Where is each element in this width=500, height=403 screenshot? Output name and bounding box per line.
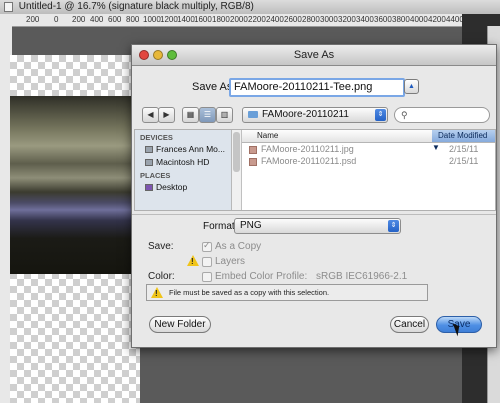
- warning-message-box: ! File must be saved as a copy with this…: [146, 284, 428, 301]
- sidebar-item-macintosh-hd[interactable]: Macintosh HD: [145, 157, 231, 168]
- sidebar-scrollbar[interactable]: [232, 130, 242, 210]
- color-profile-name: sRGB IEC61966-2.1: [316, 271, 408, 282]
- file-date: 2/15/11: [449, 144, 479, 154]
- ruler-tick-label: 200: [72, 15, 86, 24]
- folder-popup[interactable]: FAMoore-20110211 ⇕: [242, 107, 388, 123]
- image-file-icon: [249, 145, 257, 154]
- scroll-thumb[interactable]: [233, 132, 240, 172]
- hard-drive-icon: [145, 159, 153, 167]
- sidebar-item-label: Macintosh HD: [156, 157, 210, 167]
- layers-label: Layers: [215, 256, 246, 267]
- arrow-left-icon: ◀: [147, 110, 154, 119]
- file-row[interactable]: FAMoore-20110211.jpg 2/15/11: [242, 144, 495, 155]
- ruler-tick-label: 2200: [248, 15, 266, 24]
- forward-button[interactable]: ▶: [158, 107, 175, 123]
- back-button[interactable]: ◀: [142, 107, 159, 123]
- file-browser: DEVICES Frances Ann Mo... Macintosh HD P…: [134, 129, 496, 211]
- save-as-row: Save As: ▲: [132, 78, 496, 97]
- ruler-tick-label: 2000: [230, 15, 248, 24]
- file-name: FAMoore-20110211.jpg: [261, 144, 354, 154]
- ruler-tick-label: 1000: [143, 15, 161, 24]
- list-view-button[interactable]: ☰: [199, 107, 216, 123]
- column-header-date-modified[interactable]: Date Modified ▼: [432, 130, 495, 152]
- ruler-tick-label: 800: [126, 15, 140, 24]
- ruler-tick-label: 1600: [194, 15, 212, 24]
- list-icon: ☰: [203, 110, 212, 119]
- folder-name: FAMoore-20110211: [262, 109, 349, 120]
- sidebar-header-places: PLACES: [140, 171, 171, 180]
- ruler-tick-label: 2600: [284, 15, 302, 24]
- save-options-label: Save:: [148, 241, 174, 252]
- sidebar-header-devices: DEVICES: [140, 133, 173, 142]
- columns-icon: ▥: [220, 110, 229, 119]
- computer-icon: [145, 146, 153, 154]
- ruler-tick-label: 1200: [160, 15, 178, 24]
- format-label: Format:: [203, 221, 238, 232]
- horizontal-ruler: 200 0 200 400 600 800 1000 1200 1400 160…: [12, 14, 464, 27]
- ruler-tick-label: 3400: [356, 15, 374, 24]
- triangle-up-icon: ▲: [408, 83, 415, 90]
- color-label: Color:: [148, 271, 175, 282]
- ruler-tick-label: 400: [90, 15, 104, 24]
- sidebar-item-label: Frances Ann Mo...: [156, 144, 225, 154]
- ruler-tick-label: 1400: [177, 15, 195, 24]
- document-title-bar[interactable]: Untitled-1 @ 16.7% (signature black mult…: [0, 0, 500, 15]
- ruler-tick-label: 2400: [266, 15, 284, 24]
- ruler-tick-label: 4000: [410, 15, 428, 24]
- format-popup[interactable]: PNG ⇕: [234, 218, 401, 234]
- warning-message: File must be saved as a copy with this s…: [169, 288, 330, 297]
- save-as-dialog: Save As Save As: ▲ ◀ ▶ ▦ ☰ ▥ FAMoore-201…: [131, 44, 497, 348]
- ruler-tick-label: 3200: [338, 15, 356, 24]
- column-view-button[interactable]: ▥: [216, 107, 233, 123]
- document-icon: [4, 2, 13, 12]
- ruler-tick-label: 3800: [392, 15, 410, 24]
- file-date: 2/15/11: [449, 156, 479, 166]
- search-icon: ⚲: [401, 110, 408, 120]
- file-row[interactable]: FAMoore-20110211.psd 2/15/11: [242, 156, 495, 167]
- ruler-tick-label: 3000: [320, 15, 338, 24]
- sidebar-item-device[interactable]: Frances Ann Mo...: [145, 144, 231, 155]
- popup-arrows-icon: ⇕: [375, 109, 386, 121]
- warning-icon: !: [151, 287, 163, 298]
- folder-icon: [248, 110, 258, 118]
- expand-dialog-button[interactable]: ▲: [404, 79, 419, 94]
- column-header-name[interactable]: Name: [257, 130, 278, 142]
- ruler-tick-label: 600: [108, 15, 122, 24]
- ruler-tick-label: 2800: [302, 15, 320, 24]
- canvas-image: [10, 96, 140, 274]
- layers-checkbox[interactable]: [202, 257, 212, 267]
- as-a-copy-label: As a Copy: [215, 241, 262, 252]
- as-a-copy-checkbox[interactable]: [202, 240, 212, 252]
- image-file-icon: [249, 157, 257, 166]
- search-input[interactable]: ⚲: [394, 107, 490, 123]
- filename-input[interactable]: [229, 78, 405, 97]
- warning-icon: !: [187, 255, 199, 266]
- navigation-row: ◀ ▶ ▦ ☰ ▥ FAMoore-20110211 ⇕ ⚲: [132, 107, 496, 125]
- column-headers: Name Date Modified ▼: [242, 130, 495, 152]
- dialog-title: Save As: [293, 49, 335, 61]
- embed-color-profile-checkbox[interactable]: [202, 272, 212, 282]
- file-name: FAMoore-20110211.psd: [261, 156, 357, 166]
- embed-color-profile-label: Embed Color Profile:: [215, 271, 308, 282]
- new-folder-button[interactable]: New Folder: [149, 316, 211, 333]
- divider: [132, 214, 496, 215]
- arrow-right-icon: ▶: [163, 110, 170, 119]
- ruler-tick-label: 0: [54, 15, 59, 24]
- sidebar: DEVICES Frances Ann Mo... Macintosh HD P…: [135, 130, 232, 210]
- desktop-icon: [145, 184, 153, 192]
- ruler-tick-label: 4200: [428, 15, 446, 24]
- format-value: PNG: [240, 220, 262, 231]
- popup-arrows-icon: ⇕: [388, 220, 399, 232]
- ruler-tick-label: 3600: [374, 15, 392, 24]
- ruler-tick-label: 200: [26, 15, 40, 24]
- icon-view-button[interactable]: ▦: [182, 107, 199, 123]
- cancel-button[interactable]: Cancel: [390, 316, 429, 333]
- grid-icon: ▦: [186, 110, 195, 119]
- sidebar-item-label: Desktop: [156, 182, 188, 192]
- ruler-tick-label: 1800: [212, 15, 230, 24]
- dialog-title-bar[interactable]: Save As: [132, 45, 496, 66]
- document-title: Untitled-1 @ 16.7% (signature black mult…: [18, 1, 254, 12]
- sidebar-item-desktop[interactable]: Desktop: [145, 182, 231, 193]
